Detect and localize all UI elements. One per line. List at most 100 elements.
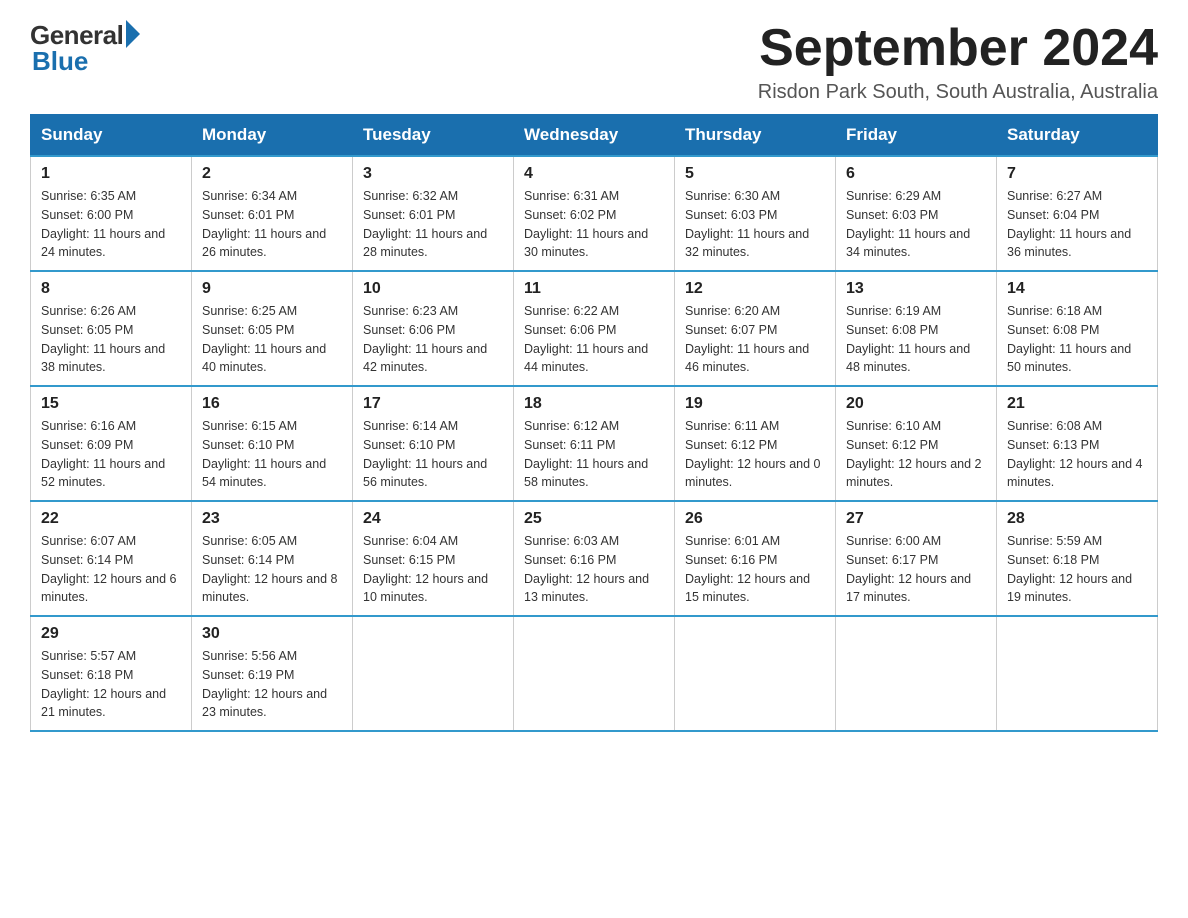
calendar-week-row: 15 Sunrise: 6:16 AMSunset: 6:09 PMDayligh… — [31, 386, 1158, 501]
calendar-cell: 18Sunrise: 6:12 AMSunset: 6:11 PMDayligh… — [514, 386, 675, 501]
day-number: 12 — [685, 280, 825, 298]
day-number: 7 — [1007, 165, 1147, 183]
day-number: 2 — [202, 165, 342, 183]
calendar-week-row: 22 Sunrise: 6:07 AMSunset: 6:14 PMDayligh… — [31, 501, 1158, 616]
calendar-cell: 19 Sunrise: 6:11 AMSunset: 6:12 PMDayligh… — [675, 386, 836, 501]
day-info: Sunrise: 6:00 AMSunset: 6:17 PMDaylight:… — [846, 532, 986, 607]
day-number: 16 — [202, 395, 342, 413]
calendar-cell: 9 Sunrise: 6:25 AMSunset: 6:05 PMDaylight… — [192, 271, 353, 386]
calendar-header-row: SundayMondayTuesdayWednesdayThursdayFrid… — [31, 115, 1158, 157]
calendar-cell: 29Sunrise: 5:57 AMSunset: 6:18 PMDayligh… — [31, 616, 192, 731]
day-info: Sunrise: 6:08 AMSunset: 6:13 PMDaylight:… — [1007, 417, 1147, 492]
calendar-table: SundayMondayTuesdayWednesdayThursdayFrid… — [30, 114, 1158, 732]
calendar-cell — [514, 616, 675, 731]
day-info: Sunrise: 6:16 AMSunset: 6:09 PMDaylight:… — [41, 417, 181, 492]
day-info: Sunrise: 6:35 AMSunset: 6:00 PMDaylight:… — [41, 187, 181, 262]
day-number: 25 — [524, 510, 664, 528]
calendar-cell: 5 Sunrise: 6:30 AMSunset: 6:03 PMDaylight… — [675, 156, 836, 271]
calendar-cell: 30 Sunrise: 5:56 AMSunset: 6:19 PMDayligh… — [192, 616, 353, 731]
day-info: Sunrise: 6:22 AMSunset: 6:06 PMDaylight:… — [524, 302, 664, 377]
calendar-cell: 1 Sunrise: 6:35 AMSunset: 6:00 PMDaylight… — [31, 156, 192, 271]
day-info: Sunrise: 6:14 AMSunset: 6:10 PMDaylight:… — [363, 417, 503, 492]
logo-blue-text: Blue — [32, 46, 88, 77]
calendar-cell — [353, 616, 514, 731]
day-number: 10 — [363, 280, 503, 298]
calendar-cell: 3Sunrise: 6:32 AMSunset: 6:01 PMDaylight… — [353, 156, 514, 271]
day-number: 30 — [202, 625, 342, 643]
day-info: Sunrise: 6:18 AMSunset: 6:08 PMDaylight:… — [1007, 302, 1147, 377]
title-area: September 2024 Risdon Park South, South … — [758, 20, 1158, 104]
weekday-header-tuesday: Tuesday — [353, 115, 514, 157]
day-number: 22 — [41, 510, 181, 528]
day-info: Sunrise: 5:56 AMSunset: 6:19 PMDaylight:… — [202, 647, 342, 722]
day-info: Sunrise: 6:30 AMSunset: 6:03 PMDaylight:… — [685, 187, 825, 262]
day-info: Sunrise: 6:20 AMSunset: 6:07 PMDaylight:… — [685, 302, 825, 377]
day-info: Sunrise: 6:34 AMSunset: 6:01 PMDaylight:… — [202, 187, 342, 262]
day-info: Sunrise: 6:27 AMSunset: 6:04 PMDaylight:… — [1007, 187, 1147, 262]
day-number: 19 — [685, 395, 825, 413]
calendar-cell: 17 Sunrise: 6:14 AMSunset: 6:10 PMDayligh… — [353, 386, 514, 501]
calendar-cell: 27 Sunrise: 6:00 AMSunset: 6:17 PMDayligh… — [836, 501, 997, 616]
day-number: 15 — [41, 395, 181, 413]
calendar-week-row: 8Sunrise: 6:26 AMSunset: 6:05 PMDaylight… — [31, 271, 1158, 386]
day-info: Sunrise: 6:19 AMSunset: 6:08 PMDaylight:… — [846, 302, 986, 377]
calendar-cell: 12 Sunrise: 6:20 AMSunset: 6:07 PMDayligh… — [675, 271, 836, 386]
calendar-cell: 4Sunrise: 6:31 AMSunset: 6:02 PMDaylight… — [514, 156, 675, 271]
day-info: Sunrise: 6:03 AMSunset: 6:16 PMDaylight:… — [524, 532, 664, 607]
calendar-cell: 20Sunrise: 6:10 AMSunset: 6:12 PMDayligh… — [836, 386, 997, 501]
logo-triangle-icon — [126, 20, 140, 48]
month-year-title: September 2024 — [758, 20, 1158, 77]
calendar-week-row: 1 Sunrise: 6:35 AMSunset: 6:00 PMDaylight… — [31, 156, 1158, 271]
calendar-cell: 28 Sunrise: 5:59 AMSunset: 6:18 PMDayligh… — [997, 501, 1158, 616]
day-number: 5 — [685, 165, 825, 183]
calendar-cell: 16Sunrise: 6:15 AMSunset: 6:10 PMDayligh… — [192, 386, 353, 501]
day-number: 6 — [846, 165, 986, 183]
day-info: Sunrise: 6:05 AMSunset: 6:14 PMDaylight:… — [202, 532, 342, 607]
calendar-cell: 10 Sunrise: 6:23 AMSunset: 6:06 PMDayligh… — [353, 271, 514, 386]
day-number: 27 — [846, 510, 986, 528]
day-number: 29 — [41, 625, 181, 643]
day-info: Sunrise: 5:59 AMSunset: 6:18 PMDaylight:… — [1007, 532, 1147, 607]
day-number: 23 — [202, 510, 342, 528]
day-info: Sunrise: 6:23 AMSunset: 6:06 PMDaylight:… — [363, 302, 503, 377]
calendar-week-row: 29Sunrise: 5:57 AMSunset: 6:18 PMDayligh… — [31, 616, 1158, 731]
weekday-header-friday: Friday — [836, 115, 997, 157]
calendar-cell — [675, 616, 836, 731]
location-subtitle: Risdon Park South, South Australia, Aust… — [758, 81, 1158, 104]
day-info: Sunrise: 6:04 AMSunset: 6:15 PMDaylight:… — [363, 532, 503, 607]
day-info: Sunrise: 6:29 AMSunset: 6:03 PMDaylight:… — [846, 187, 986, 262]
day-number: 11 — [524, 280, 664, 298]
day-number: 1 — [41, 165, 181, 183]
calendar-cell: 13Sunrise: 6:19 AMSunset: 6:08 PMDayligh… — [836, 271, 997, 386]
day-number: 8 — [41, 280, 181, 298]
day-info: Sunrise: 6:25 AMSunset: 6:05 PMDaylight:… — [202, 302, 342, 377]
weekday-header-saturday: Saturday — [997, 115, 1158, 157]
day-number: 9 — [202, 280, 342, 298]
calendar-cell: 25 Sunrise: 6:03 AMSunset: 6:16 PMDayligh… — [514, 501, 675, 616]
day-number: 21 — [1007, 395, 1147, 413]
day-number: 3 — [363, 165, 503, 183]
day-number: 14 — [1007, 280, 1147, 298]
day-info: Sunrise: 6:01 AMSunset: 6:16 PMDaylight:… — [685, 532, 825, 607]
calendar-cell — [836, 616, 997, 731]
logo: General Blue — [30, 20, 140, 77]
calendar-cell: 23 Sunrise: 6:05 AMSunset: 6:14 PMDayligh… — [192, 501, 353, 616]
calendar-cell: 2 Sunrise: 6:34 AMSunset: 6:01 PMDaylight… — [192, 156, 353, 271]
day-number: 17 — [363, 395, 503, 413]
weekday-header-thursday: Thursday — [675, 115, 836, 157]
day-info: Sunrise: 6:10 AMSunset: 6:12 PMDaylight:… — [846, 417, 986, 492]
day-info: Sunrise: 6:11 AMSunset: 6:12 PMDaylight:… — [685, 417, 825, 492]
page-header: General Blue September 2024 Risdon Park … — [30, 20, 1158, 104]
weekday-header-monday: Monday — [192, 115, 353, 157]
calendar-cell: 24Sunrise: 6:04 AMSunset: 6:15 PMDayligh… — [353, 501, 514, 616]
day-number: 28 — [1007, 510, 1147, 528]
day-info: Sunrise: 6:07 AMSunset: 6:14 PMDaylight:… — [41, 532, 181, 607]
day-info: Sunrise: 6:12 AMSunset: 6:11 PMDaylight:… — [524, 417, 664, 492]
weekday-header-sunday: Sunday — [31, 115, 192, 157]
day-number: 4 — [524, 165, 664, 183]
calendar-cell: 21 Sunrise: 6:08 AMSunset: 6:13 PMDayligh… — [997, 386, 1158, 501]
calendar-cell: 11 Sunrise: 6:22 AMSunset: 6:06 PMDayligh… — [514, 271, 675, 386]
calendar-cell: 26Sunrise: 6:01 AMSunset: 6:16 PMDayligh… — [675, 501, 836, 616]
calendar-cell: 14 Sunrise: 6:18 AMSunset: 6:08 PMDayligh… — [997, 271, 1158, 386]
weekday-header-wednesday: Wednesday — [514, 115, 675, 157]
